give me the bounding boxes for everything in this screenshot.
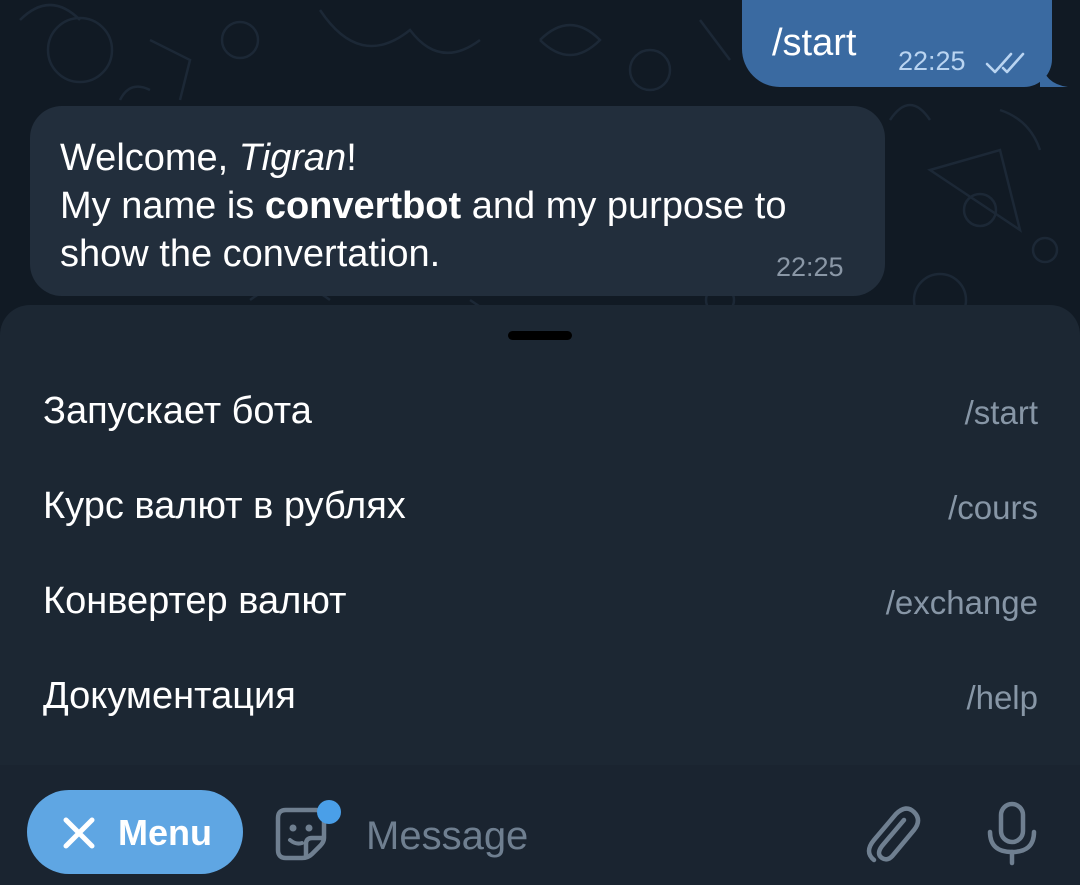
incoming-message-text: Welcome, Tigran! My name is convertbot a…: [60, 134, 860, 278]
command-item-exchange[interactable]: Конвертер валют /exchange: [0, 554, 1080, 649]
outgoing-message-text: /start: [772, 22, 857, 64]
command-name: /exchange: [885, 584, 1038, 621]
greeting-suffix: !: [346, 137, 357, 179]
line2-suffix: and my purpose to: [461, 185, 787, 227]
command-item-help[interactable]: Документация /help: [0, 649, 1080, 744]
command-description: Запускает бота: [43, 390, 312, 432]
double-check-icon: [985, 52, 1025, 74]
user-name: Tigran: [238, 137, 347, 179]
line2-prefix: My name is: [60, 185, 265, 227]
sticker-icon[interactable]: [272, 798, 344, 864]
message-line-1: Welcome, Tigran!: [60, 134, 860, 182]
command-name: /help: [966, 679, 1038, 716]
command-item-start[interactable]: Запускает бота /start: [0, 364, 1080, 459]
command-name: /start: [964, 394, 1038, 431]
command-description: Курс валют в рублях: [43, 485, 406, 527]
incoming-message-time: 22:25: [776, 252, 844, 282]
close-icon: [63, 817, 95, 849]
attach-icon[interactable]: [860, 800, 922, 866]
command-item-cours[interactable]: Курс валют в рублях /cours: [0, 459, 1080, 554]
outgoing-bubble-tail: [1040, 60, 1068, 87]
message-line-3: show the convertation.: [60, 233, 441, 275]
command-description: Документация: [43, 675, 296, 717]
greeting-prefix: Welcome,: [60, 137, 239, 179]
bot-name: convertbot: [264, 185, 462, 227]
message-line-2: My name is convertbot and my purpose to: [60, 182, 860, 230]
command-description: Конвертер валют: [43, 580, 347, 622]
outgoing-message-time: 22:25: [898, 46, 966, 76]
menu-button-label: Menu: [118, 812, 212, 853]
message-input[interactable]: [366, 808, 826, 864]
microphone-icon[interactable]: [984, 800, 1040, 866]
command-name: /cours: [948, 489, 1038, 526]
drag-handle[interactable]: [508, 331, 572, 340]
